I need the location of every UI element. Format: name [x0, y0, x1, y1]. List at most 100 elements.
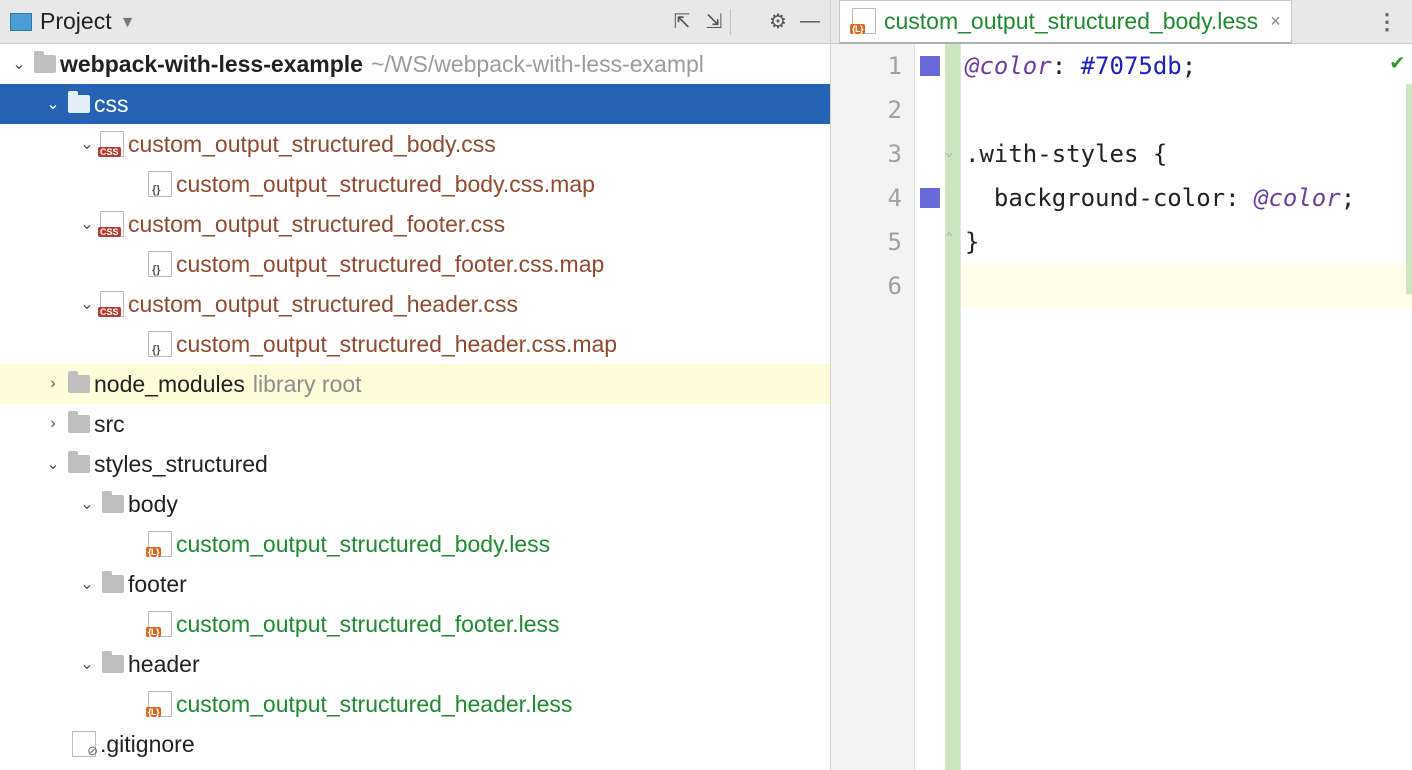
- css-file-icon: [100, 131, 124, 157]
- chevron-down-icon[interactable]: ⌄: [42, 454, 64, 474]
- gear-icon[interactable]: ⚙: [762, 9, 794, 34]
- editor-tab[interactable]: custom_output_structured_body.less ×: [839, 0, 1292, 44]
- file-label: custom_output_structured_footer.less: [176, 611, 560, 638]
- folder-label: footer: [128, 571, 187, 598]
- tree-file[interactable]: custom_output_structured_footer.less: [0, 604, 830, 644]
- code-line[interactable]: .with-styles {: [961, 132, 1412, 176]
- tree-folder-footer[interactable]: ⌄ footer: [0, 564, 830, 604]
- checkmark-icon[interactable]: ✔: [1391, 50, 1404, 75]
- tree-folder-body[interactable]: ⌄ body: [0, 484, 830, 524]
- hide-icon[interactable]: —: [794, 10, 826, 33]
- folder-icon: [68, 455, 90, 473]
- tree-file[interactable]: custom_output_structured_header.css.map: [0, 324, 830, 364]
- tree-file[interactable]: custom_output_structured_body.css.map: [0, 164, 830, 204]
- folder-icon: [68, 95, 90, 113]
- code-line[interactable]: [961, 264, 1412, 308]
- gutter-icons: [915, 44, 945, 770]
- file-label: custom_output_structured_header.css.map: [176, 331, 617, 358]
- chevron-down-icon[interactable]: ⌄: [76, 494, 98, 514]
- folder-label: css: [94, 91, 129, 118]
- tree-folder-styles-structured[interactable]: ⌄ styles_structured: [0, 444, 830, 484]
- css-file-icon: [100, 211, 124, 237]
- file-label: custom_output_structured_header.less: [176, 691, 572, 718]
- tree-file[interactable]: custom_output_structured_header.less: [0, 684, 830, 724]
- chevron-down-icon[interactable]: ⌄: [42, 94, 64, 114]
- collapse-all-icon[interactable]: ⇲: [698, 9, 730, 34]
- tree-file[interactable]: custom_output_structured_footer.css.map: [0, 244, 830, 284]
- folder-label: src: [94, 411, 125, 438]
- root-path: ~/WS/webpack-with-less-exampl: [371, 51, 704, 78]
- editor-tab-bar: custom_output_structured_body.less × ⋮: [831, 0, 1412, 44]
- tree-file[interactable]: custom_output_structured_body.less: [0, 524, 830, 564]
- color-swatch-icon[interactable]: [920, 56, 940, 76]
- project-icon: [10, 13, 32, 31]
- file-label: custom_output_structured_body.css: [128, 131, 496, 158]
- chevron-right-icon[interactable]: ›: [42, 375, 64, 393]
- file-label: custom_output_structured_footer.css.map: [176, 251, 604, 278]
- lib-root-label: library root: [253, 371, 362, 398]
- less-file-icon: [148, 611, 172, 637]
- code-area[interactable]: ✔ @color: #7075db; .with-styles { backgr…: [961, 44, 1412, 770]
- line-number: 4: [831, 176, 914, 220]
- close-icon[interactable]: ×: [1270, 11, 1281, 32]
- folder-icon: [68, 375, 90, 393]
- more-icon[interactable]: ⋮: [1362, 9, 1412, 35]
- inspection-stripe: [1406, 84, 1412, 294]
- fold-icon[interactable]: ⌃: [945, 230, 953, 246]
- expand-all-icon[interactable]: ⇱: [666, 9, 698, 34]
- tree-file-gitignore[interactable]: .gitignore: [0, 724, 830, 764]
- tree-folder-css[interactable]: ⌄ css: [0, 84, 830, 124]
- tree-folder-src[interactable]: › src: [0, 404, 830, 444]
- folder-icon: [102, 575, 124, 593]
- file-label: .gitignore: [100, 731, 195, 758]
- tree-folder-header[interactable]: ⌄ header: [0, 644, 830, 684]
- folder-icon: [68, 415, 90, 433]
- folder-label: styles_structured: [94, 451, 268, 478]
- line-number: 5: [831, 220, 914, 264]
- folder-label: node_modules: [94, 371, 245, 398]
- file-label: custom_output_structured_footer.css: [128, 211, 505, 238]
- file-label: custom_output_structured_body.less: [176, 531, 550, 558]
- tree-file[interactable]: ⌄ custom_output_structured_header.css: [0, 284, 830, 324]
- code-line[interactable]: }: [961, 220, 1412, 264]
- chevron-down-icon[interactable]: ▼: [120, 14, 136, 32]
- root-name: webpack-with-less-example: [60, 51, 363, 78]
- chevron-down-icon[interactable]: ⌄: [76, 654, 98, 674]
- chevron-down-icon[interactable]: ⌄: [76, 214, 98, 234]
- file-label: custom_output_structured_header.css: [128, 291, 518, 318]
- folder-icon: [34, 55, 56, 73]
- less-file-icon: [148, 531, 172, 557]
- code-editor[interactable]: 1 2 3 4 5 6 ⌄ ⌃ ✔ @color: #7075db; .with…: [831, 44, 1412, 770]
- chevron-down-icon[interactable]: ⌄: [76, 294, 98, 314]
- tree-folder-node-modules[interactable]: › node_modules library root: [0, 364, 830, 404]
- line-number: 2: [831, 88, 914, 132]
- line-number: 6: [831, 264, 914, 308]
- code-line[interactable]: [961, 88, 1412, 132]
- change-marker: ⌄ ⌃: [945, 44, 961, 770]
- map-file-icon: [148, 331, 172, 357]
- chevron-down-icon[interactable]: ⌄: [76, 134, 98, 154]
- tree-root[interactable]: ⌄ webpack-with-less-example ~/WS/webpack…: [0, 44, 830, 84]
- map-file-icon: [148, 171, 172, 197]
- line-number-gutter: 1 2 3 4 5 6: [831, 44, 915, 770]
- chevron-down-icon[interactable]: ⌄: [8, 54, 30, 74]
- code-line[interactable]: background-color: @color;: [961, 176, 1412, 220]
- css-file-icon: [100, 291, 124, 317]
- folder-icon: [102, 495, 124, 513]
- folder-icon: [102, 655, 124, 673]
- project-title[interactable]: Project: [40, 8, 112, 35]
- chevron-down-icon[interactable]: ⌄: [76, 574, 98, 594]
- gitignore-file-icon: [72, 731, 96, 757]
- tree-file[interactable]: ⌄ custom_output_structured_body.css: [0, 124, 830, 164]
- color-swatch-icon[interactable]: [920, 188, 940, 208]
- project-tool-window: Project ▼ ⇱ ⇲ ⚙ — ⌄ webpack-with-less-ex…: [0, 0, 831, 770]
- tree-file[interactable]: ⌄ custom_output_structured_footer.css: [0, 204, 830, 244]
- chevron-right-icon[interactable]: ›: [42, 415, 64, 433]
- less-file-icon: [148, 691, 172, 717]
- fold-icon[interactable]: ⌄: [945, 144, 953, 160]
- line-number: 3: [831, 132, 914, 176]
- code-line[interactable]: @color: #7075db;: [961, 44, 1412, 88]
- project-tree[interactable]: ⌄ webpack-with-less-example ~/WS/webpack…: [0, 44, 830, 770]
- editor-pane: custom_output_structured_body.less × ⋮ 1…: [831, 0, 1412, 770]
- file-label: custom_output_structured_body.css.map: [176, 171, 595, 198]
